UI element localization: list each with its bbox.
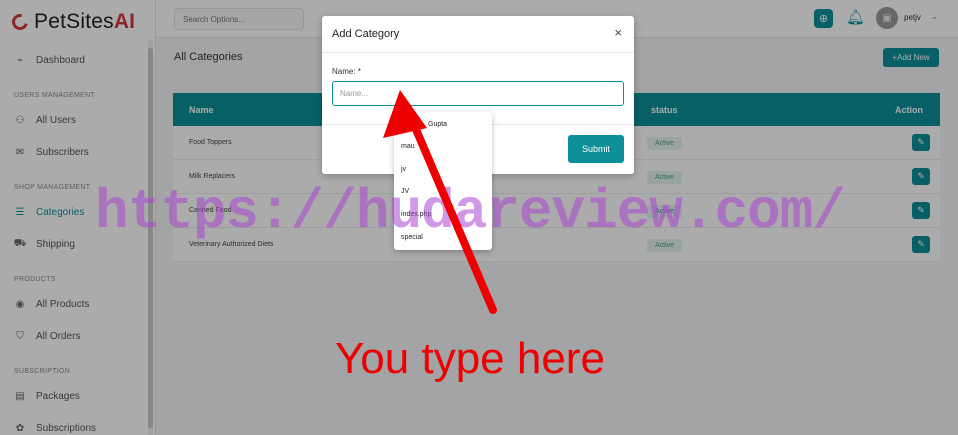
callout-text: You type here [335,334,605,383]
arrow-shaft [408,116,497,314]
